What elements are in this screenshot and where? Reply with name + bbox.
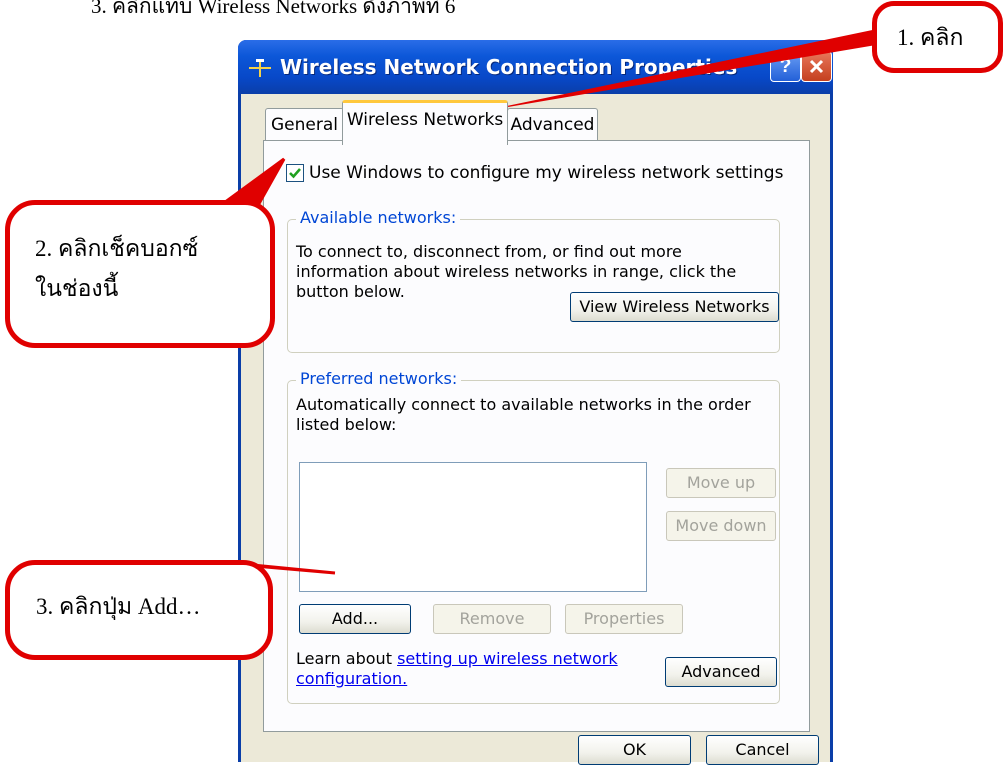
preferred-networks-list[interactable] — [299, 462, 647, 592]
callout-click-add: 3. คลิกปุ่ม Add… — [5, 560, 273, 660]
close-button[interactable] — [801, 51, 832, 82]
callout-click-tab: 1. คลิก — [872, 1, 1003, 73]
close-icon — [809, 59, 824, 74]
use-windows-row[interactable]: Use Windows to configure my wireless net… — [286, 163, 783, 183]
move-down-button[interactable]: Move down — [666, 511, 776, 541]
preferred-networks-group: Preferred networks: Automatically connec… — [287, 369, 780, 704]
preferred-networks-description: Automatically connect to available netwo… — [296, 395, 751, 434]
callout-2-line-1: 2. คลิกเช็คบอกซ์ — [35, 236, 199, 261]
callout-1-text: 1. คลิก — [897, 25, 964, 50]
tab-advanced[interactable]: Advanced — [507, 108, 598, 143]
learn-about-text: Learn about setting up wireless network … — [296, 649, 636, 689]
cancel-button[interactable]: Cancel — [706, 735, 819, 765]
help-button[interactable]: ? — [770, 51, 801, 82]
callout-3-text: 3. คลิกปุ่ม Add… — [36, 594, 201, 619]
add-button[interactable]: Add... — [299, 604, 411, 634]
help-icon: ? — [779, 56, 792, 77]
callout-2-line-2: ในช่องนี้ — [35, 276, 119, 301]
callout-2-text: 2. คลิกเช็คบอกซ์ ในช่องนี้ — [35, 229, 198, 309]
advanced-button[interactable]: Advanced — [665, 657, 777, 687]
ok-button[interactable]: OK — [578, 735, 691, 765]
properties-button[interactable]: Properties — [565, 604, 683, 634]
preferred-networks-label: Preferred networks: — [296, 369, 462, 388]
available-networks-group: Available networks: To connect to, disco… — [287, 208, 780, 353]
document-heading: 3. คลิกแท็บ Wireless Networks ดังภาพที่ … — [91, 0, 456, 18]
use-windows-checkbox[interactable] — [286, 164, 304, 182]
tab-general[interactable]: General — [265, 108, 344, 143]
title-bar[interactable]: Wireless Network Connection Properties ? — [238, 40, 833, 94]
view-wireless-networks-button[interactable]: View Wireless Networks — [570, 292, 779, 322]
available-networks-label: Available networks: — [296, 208, 461, 227]
properties-dialog: Wireless Network Connection Properties ?… — [238, 40, 833, 765]
dialog-title: Wireless Network Connection Properties — [280, 55, 738, 79]
network-connection-icon — [249, 59, 271, 77]
remove-button[interactable]: Remove — [433, 604, 551, 634]
dialog-client-area: General Wireless Networks Advanced Use W… — [241, 94, 830, 765]
use-windows-label: Use Windows to configure my wireless net… — [309, 163, 784, 183]
callout-click-checkbox: 2. คลิกเช็คบอกซ์ ในช่องนี้ — [5, 200, 275, 348]
tab-wireless-networks[interactable]: Wireless Networks — [342, 100, 508, 145]
move-up-button[interactable]: Move up — [666, 468, 776, 498]
wireless-networks-panel: Use Windows to configure my wireless net… — [263, 140, 810, 732]
learn-about-prefix: Learn about — [296, 649, 398, 668]
checkmark-icon — [289, 168, 301, 179]
